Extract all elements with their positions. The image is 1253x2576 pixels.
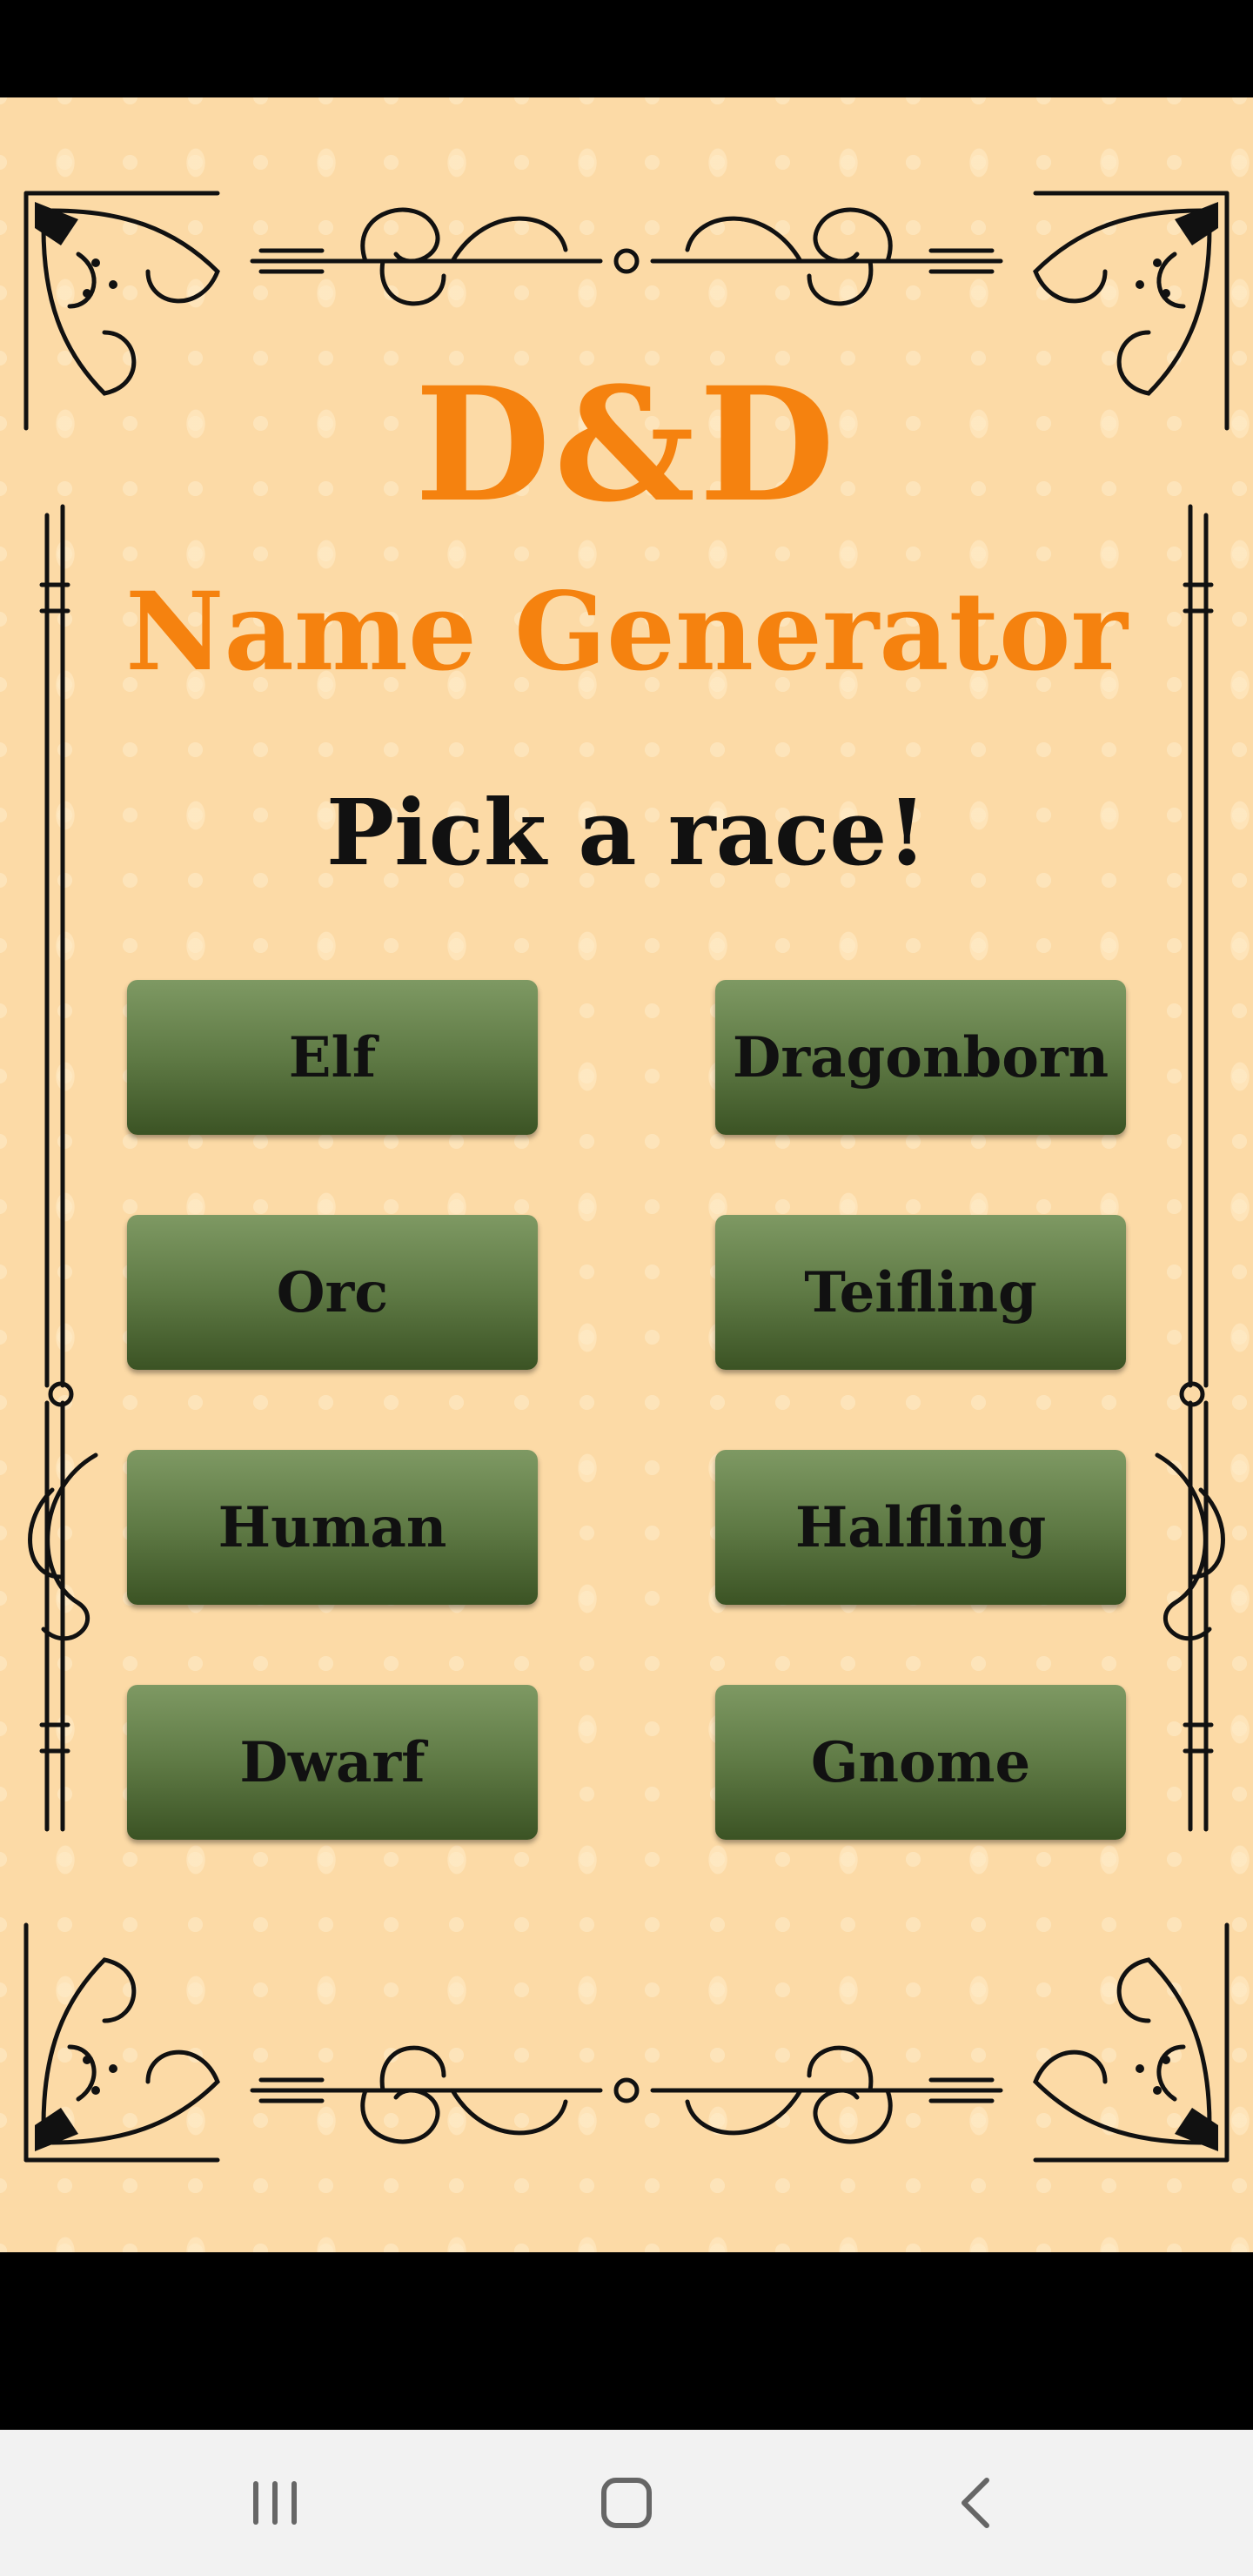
race-button-human[interactable]: Human [127, 1450, 538, 1605]
race-button-teifling[interactable]: Teifling [715, 1215, 1126, 1370]
race-button-dragonborn[interactable]: Dragonborn [715, 980, 1126, 1135]
back-button[interactable] [933, 2459, 1020, 2546]
race-button-gnome[interactable]: Gnome [715, 1685, 1126, 1840]
home-button[interactable] [583, 2459, 670, 2546]
app-subtitle: Name Generator [125, 569, 1128, 695]
app-title: D&D [414, 353, 839, 537]
status-bar [0, 0, 1253, 97]
race-button-orc[interactable]: Orc [127, 1215, 538, 1370]
bottom-black-area [0, 2252, 1253, 2430]
race-button-elf[interactable]: Elf [127, 980, 538, 1135]
race-button-halfling[interactable]: Halfling [715, 1450, 1126, 1605]
recent-apps-icon [253, 2481, 297, 2525]
parchment-background: D&D Name Generator Pick a race! Elf Drag… [0, 97, 1253, 2252]
right-border-icon [1155, 504, 1225, 1832]
home-icon [601, 2478, 652, 2528]
back-icon [962, 2478, 989, 2528]
bottom-flourish-icon [250, 2045, 1003, 2144]
system-navigation-bar [0, 2430, 1253, 2576]
race-prompt: Pick a race! [325, 779, 928, 886]
race-button-dwarf[interactable]: Dwarf [127, 1685, 538, 1840]
left-border-icon [28, 504, 98, 1832]
top-flourish-icon [250, 207, 1003, 306]
race-button-grid: Elf Dragonborn Orc Teifling Human Halfli… [127, 980, 1126, 1840]
recent-apps-button[interactable] [231, 2459, 318, 2546]
